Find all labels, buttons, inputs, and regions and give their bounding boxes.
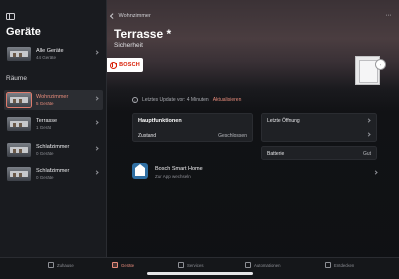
chevron-right-icon	[373, 170, 378, 175]
page-subtitle: Sicherheit	[114, 42, 143, 49]
tab-entdecken[interactable]: Entdecken	[325, 262, 354, 268]
app-name: Bosch Smart Home	[155, 166, 203, 172]
home-indicator[interactable]	[147, 272, 253, 275]
sidebar-title: Geräte	[6, 26, 41, 38]
tab-bar: Zuhause Geräte Services Automationen Ent…	[0, 257, 399, 279]
sidebar-item-count: 0 Geräte	[36, 151, 54, 156]
brand-badge: BOSCH	[107, 58, 143, 72]
tab-label: Zuhause	[57, 262, 74, 268]
sidebar-item-label: Schlafzimmer	[36, 168, 70, 174]
sidebar-item-count: 0 Geräte	[36, 175, 54, 180]
room-thumbnail	[7, 143, 31, 157]
sidebar-item-label: Terrasse	[36, 118, 58, 124]
sidebar-item-count: 5 Geräte	[36, 101, 54, 106]
back-button[interactable]: Wohnzimmer	[110, 13, 151, 19]
devices-icon	[112, 262, 118, 268]
update-text: Letztes Update vor: 4 Minuten	[142, 97, 209, 103]
room-thumbnail	[7, 47, 31, 61]
sidebar-item-count: 44 Geräte	[36, 55, 57, 60]
sensor-icon: ·	[375, 59, 386, 70]
sidebar-item-all-devices[interactable]: Alle Geräte 44 Geräte	[4, 44, 103, 64]
battery-card[interactable]: Batterie Gut	[261, 146, 377, 160]
battery-value: Gut	[362, 151, 371, 157]
tab-zuhause[interactable]: Zuhause	[48, 262, 74, 268]
refresh-link[interactable]: Aktualisieren	[213, 97, 242, 103]
tab-services[interactable]: Services	[178, 262, 203, 268]
chevron-right-icon	[94, 120, 99, 125]
discover-icon	[325, 262, 331, 268]
chevron-right-icon	[366, 132, 371, 137]
device-detail: Wohnzimmer ··· Terrasse * Sicherheit BOS…	[107, 0, 399, 279]
update-status: i Letztes Update vor: 4 Minuten Aktualis…	[132, 97, 241, 103]
chevron-right-icon	[366, 118, 371, 123]
last-opening-card[interactable]: Letzte Öffnung	[261, 113, 377, 142]
brand-name: BOSCH	[119, 62, 140, 68]
door-window-sensor-image: ·	[353, 50, 389, 88]
chevron-right-icon	[94, 96, 99, 101]
chevron-right-icon	[94, 50, 99, 55]
info-icon: i	[132, 97, 138, 103]
room-thumbnail	[6, 92, 32, 108]
card-header: Hauptfunktionen	[138, 118, 182, 124]
sidebar-item-count: 1 Gerät	[36, 125, 52, 130]
more-options-icon[interactable]: ···	[386, 12, 392, 19]
automation-icon	[245, 262, 251, 268]
chevron-left-icon	[110, 13, 116, 19]
back-label: Wohnzimmer	[118, 13, 151, 19]
sidebar-item-label: Wohnzimmer	[36, 94, 69, 100]
card-header: Letzte Öffnung	[267, 118, 300, 124]
tab-label: Entdecken	[334, 262, 355, 268]
rooms-section-label: Räume	[6, 75, 27, 82]
room-thumbnail	[7, 167, 31, 181]
tab-geraete[interactable]: Geräte	[112, 262, 134, 268]
main-functions-card[interactable]: Hauptfunktionen Zustand Geschlossen	[132, 113, 253, 142]
app-link-row[interactable]: Bosch Smart Home Zur App wechseln	[132, 163, 378, 185]
state-label: Zustand	[138, 133, 157, 139]
page-title: Terrasse *	[114, 27, 172, 41]
tab-automationen[interactable]: Automationen	[245, 262, 281, 268]
sidebar: Geräte Alle Geräte 44 Geräte Räume Wohnz…	[0, 0, 107, 279]
chevron-right-icon	[94, 170, 99, 175]
chevron-right-icon	[94, 146, 99, 151]
battery-label: Batterie	[267, 151, 285, 157]
sidebar-toggle-icon[interactable]	[6, 13, 15, 20]
battery-row: Batterie Gut	[267, 151, 371, 157]
app-subtitle: Zur App wechseln	[155, 174, 191, 179]
tab-label: Automationen	[254, 262, 281, 268]
state-value: Geschlossen	[218, 133, 247, 139]
sidebar-item-terrasse[interactable]: Terrasse 1 Gerät	[4, 114, 103, 134]
services-icon	[178, 262, 184, 268]
sidebar-item-label: Schlafzimmer	[36, 144, 70, 150]
sidebar-item-schlafzimmer-2[interactable]: Schlafzimmer 0 Geräte	[4, 164, 103, 184]
home-icon	[48, 262, 54, 268]
sidebar-item-schlafzimmer[interactable]: Schlafzimmer 0 Geräte	[4, 140, 103, 160]
room-thumbnail	[7, 117, 31, 131]
tab-label: Services	[187, 262, 204, 268]
bosch-logo-icon	[110, 61, 118, 69]
tab-label: Geräte	[121, 262, 135, 268]
bosch-smart-home-app-icon	[132, 163, 148, 179]
sidebar-item-label: Alle Geräte	[36, 48, 64, 54]
state-row: Zustand Geschlossen	[138, 133, 247, 139]
sidebar-item-wohnzimmer[interactable]: Wohnzimmer 5 Geräte	[4, 90, 103, 110]
